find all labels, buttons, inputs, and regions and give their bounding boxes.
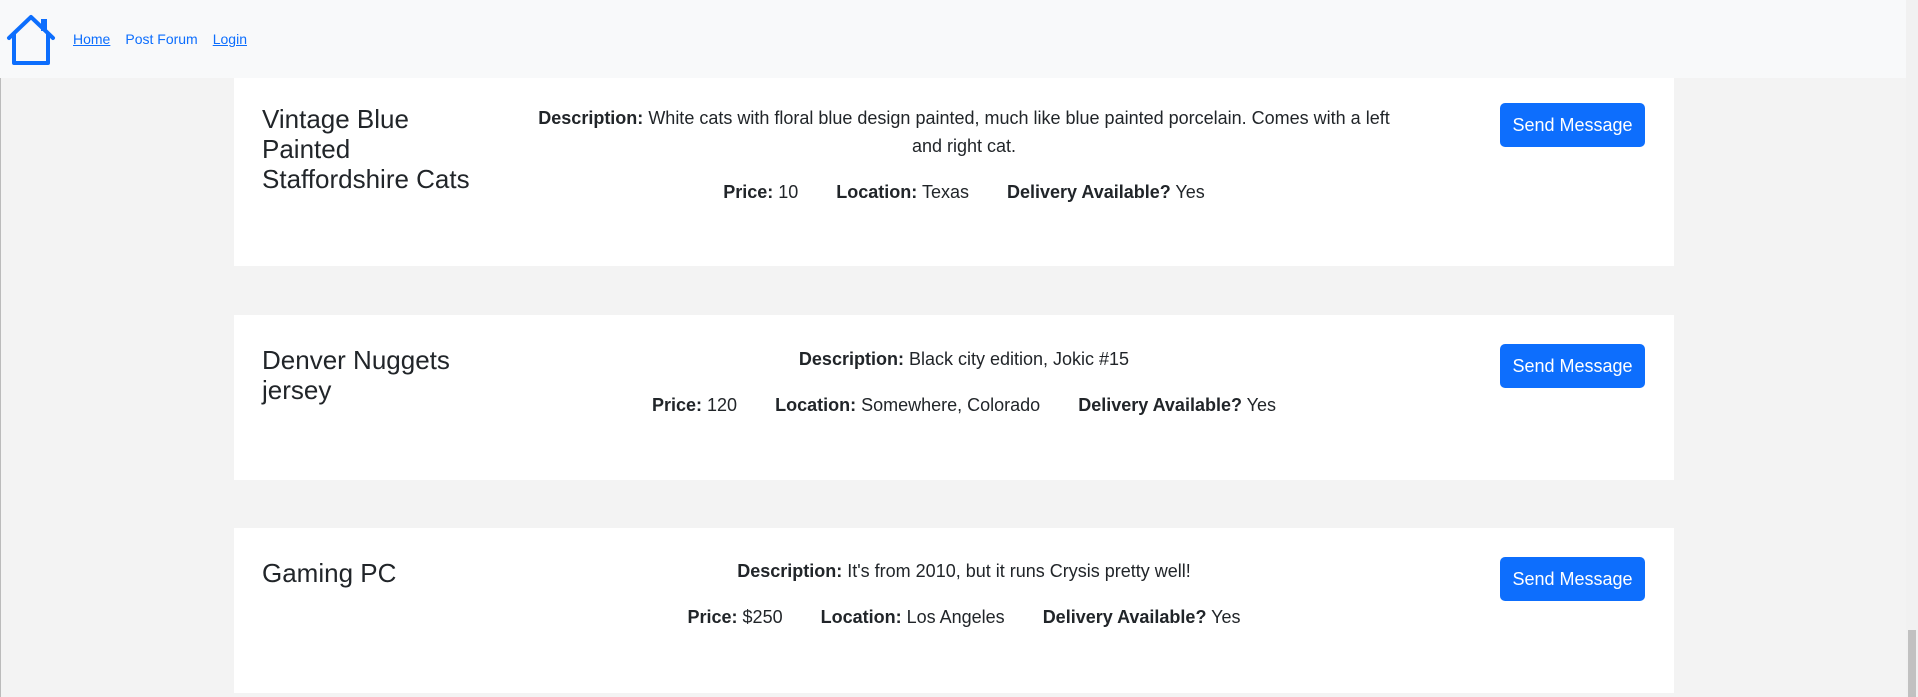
listing-card: Gaming PC Description: It's from 2010, b… <box>234 528 1674 693</box>
send-message-button[interactable]: Send Message <box>1500 344 1645 388</box>
delivery-label: Delivery Available? <box>1006 182 1171 202</box>
send-message-button[interactable]: Send Message <box>1500 103 1645 147</box>
price-field: Price: $250 <box>688 603 783 631</box>
listing-title: Vintage Blue Painted Staffordshire Cats <box>262 104 470 194</box>
description-line: Description: It's from 2010, but it runs… <box>524 557 1404 585</box>
delivery-value: Yes <box>1246 395 1277 415</box>
price-value: 10 <box>778 182 799 202</box>
delivery-label: Delivery Available? <box>1078 395 1242 415</box>
delivery-field: Delivery Available? Yes <box>1007 178 1205 206</box>
listing-card: Vintage Blue Painted Staffordshire Cats … <box>234 78 1674 266</box>
price-field: Price: 120 <box>652 391 737 419</box>
location-field: Location: Somewhere, Colorado <box>775 391 1040 419</box>
location-field: Location: Texas <box>836 178 969 206</box>
delivery-label: Delivery Available? <box>1042 607 1207 627</box>
location-label: Location: <box>820 607 902 627</box>
send-message-button[interactable]: Send Message <box>1500 557 1645 601</box>
description-label: Description: <box>538 108 644 128</box>
info-line: Price: $250 Location: Los Angeles Delive… <box>524 603 1404 631</box>
location-field: Location: Los Angeles <box>821 603 1005 631</box>
description-line: Description: White cats with floral blue… <box>524 104 1404 160</box>
price-label: Price: <box>723 182 774 202</box>
delivery-field: Delivery Available? Yes <box>1043 603 1241 631</box>
description-label: Description: <box>737 561 843 581</box>
description-value: Black city edition, Jokic #15 <box>908 349 1130 369</box>
scrollbar-thumb[interactable] <box>1908 630 1916 697</box>
navbar: Home Post Forum Login <box>0 0 1906 78</box>
listing-title: Gaming PC <box>262 558 397 588</box>
nav-link-login[interactable]: Login <box>213 31 247 47</box>
price-value: $250 <box>742 607 783 627</box>
location-value: Los Angeles <box>906 607 1005 627</box>
delivery-value: Yes <box>1175 182 1205 202</box>
listing-details: Description: It's from 2010, but it runs… <box>524 557 1404 631</box>
nav-links: Home Post Forum Login <box>73 31 247 47</box>
description-line: Description: Black city edition, Jokic #… <box>524 345 1404 373</box>
listing-details: Description: Black city edition, Jokic #… <box>524 345 1404 419</box>
location-value: Texas <box>921 182 969 202</box>
description-value: It's from 2010, but it runs Crysis prett… <box>847 561 1191 581</box>
description-label: Description: <box>798 349 904 369</box>
info-line: Price: 10 Location: Texas Delivery Avail… <box>524 178 1404 206</box>
price-label: Price: <box>687 607 738 627</box>
scrollbar-track[interactable] <box>1906 0 1918 697</box>
delivery-value: Yes <box>1211 607 1241 627</box>
nav-link-post-forum[interactable]: Post Forum <box>125 31 197 47</box>
location-label: Location: <box>775 395 857 415</box>
listing-details: Description: White cats with floral blue… <box>524 104 1404 206</box>
window-edge <box>0 0 1 697</box>
price-label: Price: <box>651 395 703 415</box>
price-value: 120 <box>707 395 738 415</box>
location-label: Location: <box>836 182 918 202</box>
house-icon[interactable] <box>3 11 59 67</box>
delivery-field: Delivery Available? Yes <box>1078 391 1276 419</box>
price-field: Price: 10 <box>723 178 798 206</box>
location-value: Somewhere, Colorado <box>861 395 1041 415</box>
info-line: Price: 120 Location: Somewhere, Colorado… <box>524 391 1404 419</box>
description-value: White cats with floral blue design paint… <box>648 108 1390 156</box>
listing-title: Denver Nuggets jersey <box>262 345 450 405</box>
nav-link-home[interactable]: Home <box>73 31 110 47</box>
listing-card: Denver Nuggets jersey Description: Black… <box>234 315 1674 480</box>
